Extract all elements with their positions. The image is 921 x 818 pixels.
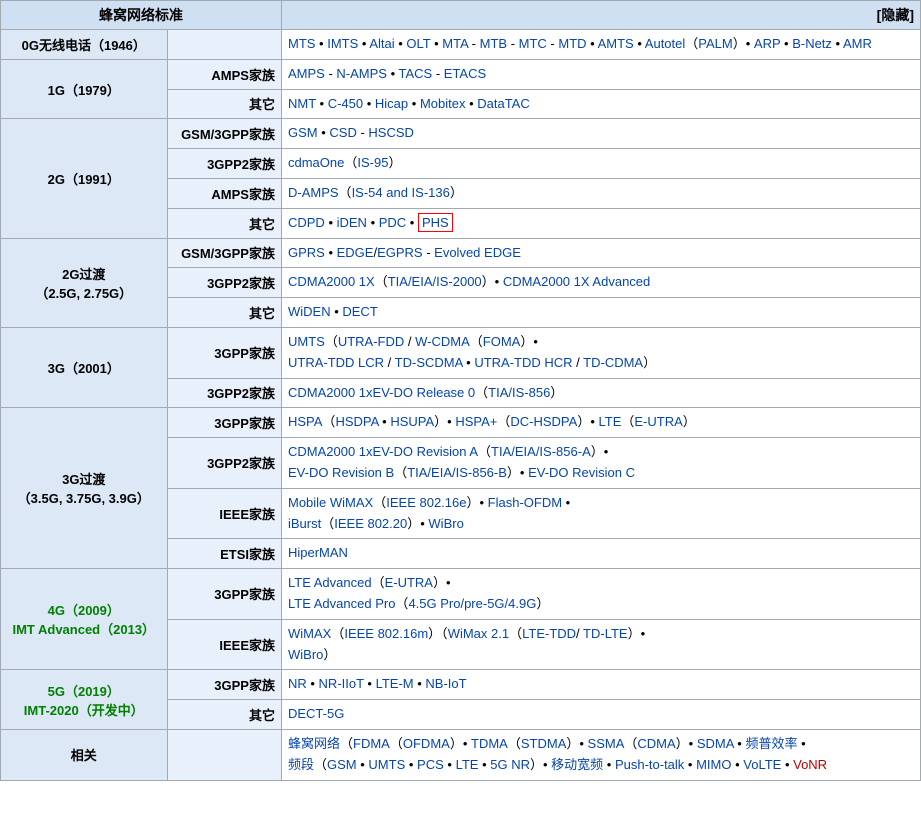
table-row: 4G（2009） IMT Advanced（2013） 3GPP家族 LTE A… xyxy=(1,569,921,620)
family-label-ieee-4g: IEEE家族 xyxy=(167,619,281,670)
family-label-etsi-3gtrans: ETSI家族 xyxy=(167,539,281,569)
family-label-3gpp2-3g: 3GPP2家族 xyxy=(167,378,281,408)
gen-label-2g-trans: 2G过渡 （2.5G, 2.75G） xyxy=(1,238,168,327)
content-2gtrans-gsm: GPRS • EDGE/EGPRS - Evolved EDGE xyxy=(281,238,920,268)
gen-label-3g-trans: 3G过渡 （3.5G, 3.75G, 3.9G） xyxy=(1,408,168,569)
family-label-gsm3gpp-trans: GSM/3GPP家族 xyxy=(167,238,281,268)
table-title: 蜂窝网络标准 xyxy=(1,1,282,30)
content-2g-other: CDPD • iDEN • PDC • PHS xyxy=(281,208,920,238)
family-label-related xyxy=(167,729,281,780)
phs-highlighted: PHS xyxy=(418,213,453,232)
content-1g-other: NMT • C-450 • Hicap • Mobitex • DataTAC xyxy=(281,89,920,119)
family-label-3gpp-5g: 3GPP家族 xyxy=(167,670,281,700)
table-row: 1G（1979） AMPS家族 AMPS - N-AMPS • TACS - E… xyxy=(1,59,921,89)
gen-label-4g: 4G（2009） IMT Advanced（2013） xyxy=(1,569,168,670)
content-2gtrans-other: WiDEN • DECT xyxy=(281,298,920,328)
content-2g-amps: D-AMPS（IS-54 and IS-136） xyxy=(281,178,920,208)
content-3gtrans-ieee: Mobile WiMAX（IEEE 802.16e）• Flash-OFDM •… xyxy=(281,488,920,539)
content-2g-3gpp2: cdmaOne（IS-95） xyxy=(281,149,920,179)
table-row: 2G过渡 （2.5G, 2.75G） GSM/3GPP家族 GPRS • EDG… xyxy=(1,238,921,268)
content-3gtrans-3gpp: HSPA（HSDPA • HSUPA）• HSPA+（DC-HSDPA）• LT… xyxy=(281,408,920,438)
family-label-3gpp2-trans: 3GPP2家族 xyxy=(167,268,281,298)
cellular-standards-table: 蜂窝网络标准 [隐藏] 0G无线电话（1946） MTS • IMTS • Al… xyxy=(0,0,921,781)
family-label-gsm3gpp: GSM/3GPP家族 xyxy=(167,119,281,149)
table-row: 3G（2001） 3GPP家族 UMTS（UTRA-FDD / W-CDMA（F… xyxy=(1,327,921,378)
table-row: 0G无线电话（1946） MTS • IMTS • Altai • OLT • … xyxy=(1,30,921,60)
content-0g: MTS • IMTS • Altai • OLT • MTA - MTB - M… xyxy=(281,30,920,60)
family-label-3gpp2: 3GPP2家族 xyxy=(167,149,281,179)
gen-label-2g: 2G（1991） xyxy=(1,119,168,238)
content-5g-3gpp: NR • NR-IIoT • LTE-M • NB-IoT xyxy=(281,670,920,700)
content-4g-ieee: WiMAX（IEEE 802.16m）（WiMax 2.1（LTE-TDD/ T… xyxy=(281,619,920,670)
family-label-ieee-3gtrans: IEEE家族 xyxy=(167,488,281,539)
content-3g-3gpp: UMTS（UTRA-FDD / W-CDMA（FOMA）• UTRA-TDD L… xyxy=(281,327,920,378)
gen-label-related: 相关 xyxy=(1,729,168,780)
family-label-amps: AMPS家族 xyxy=(167,59,281,89)
table-header-row: 蜂窝网络标准 [隐藏] xyxy=(1,1,921,30)
content-5g-other: DECT-5G xyxy=(281,700,920,730)
gen-label-5g: 5G（2019） IMT-2020（开发中） xyxy=(1,670,168,730)
content-4g-3gpp: LTE Advanced（E-UTRA）• LTE Advanced Pro（4… xyxy=(281,569,920,620)
content-1g-amps: AMPS - N-AMPS • TACS - ETACS xyxy=(281,59,920,89)
content-2gtrans-3gpp2: CDMA2000 1X（TIA/EIA/IS-2000）• CDMA2000 1… xyxy=(281,268,920,298)
content-3gtrans-etsi: HiperMAN xyxy=(281,539,920,569)
gen-label-3g: 3G（2001） xyxy=(1,327,168,407)
hide-button[interactable]: [隐藏] xyxy=(281,1,920,30)
gen-label-1g: 1G（1979） xyxy=(1,59,168,119)
gen-label-0g: 0G无线电话（1946） xyxy=(1,30,168,60)
family-label-3gpp-3g: 3GPP家族 xyxy=(167,327,281,378)
table-row: 5G（2019） IMT-2020（开发中） 3GPP家族 NR • NR-II… xyxy=(1,670,921,700)
family-label-amps2g: AMPS家族 xyxy=(167,178,281,208)
family-label-3gpp2-3gtrans: 3GPP2家族 xyxy=(167,438,281,489)
family-label-other: 其它 xyxy=(167,89,281,119)
family-label-3gpp-4g: 3GPP家族 xyxy=(167,569,281,620)
family-label-other2g: 其它 xyxy=(167,208,281,238)
table-row: 2G（1991） GSM/3GPP家族 GSM • CSD - HSCSD xyxy=(1,119,921,149)
family-label-other-trans: 其它 xyxy=(167,298,281,328)
content-3g-3gpp2: CDMA2000 1xEV-DO Release 0（TIA/IS-856） xyxy=(281,378,920,408)
table-row: 3G过渡 （3.5G, 3.75G, 3.9G） 3GPP家族 HSPA（HSD… xyxy=(1,408,921,438)
table-row: 相关 蜂窝网络（FDMA（OFDMA）• TDMA（STDMA）• SSMA（C… xyxy=(1,729,921,780)
family-label-other-5g: 其它 xyxy=(167,700,281,730)
content-2g-gsm: GSM • CSD - HSCSD xyxy=(281,119,920,149)
content-3gtrans-3gpp2: CDMA2000 1xEV-DO Revision A（TIA/EIA/IS-8… xyxy=(281,438,920,489)
family-label xyxy=(167,30,281,60)
family-label-3gpp-3gtrans: 3GPP家族 xyxy=(167,408,281,438)
content-related: 蜂窝网络（FDMA（OFDMA）• TDMA（STDMA）• SSMA（CDMA… xyxy=(281,729,920,780)
